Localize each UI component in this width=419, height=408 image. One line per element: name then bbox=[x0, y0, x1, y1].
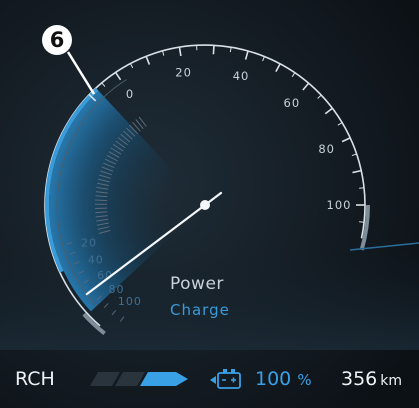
callout-number: 6 bbox=[50, 28, 65, 52]
rch-label: RCH bbox=[15, 368, 55, 390]
outer-tick-mark bbox=[359, 221, 365, 223]
inner-tick-label: 20 bbox=[81, 237, 97, 250]
outer-tick-label: 40 bbox=[233, 69, 250, 83]
battery-percent-value: 100 bbox=[255, 368, 292, 390]
battery-percent-unit: % bbox=[297, 371, 312, 389]
range-readout: 356 km bbox=[341, 368, 402, 390]
battery-percent: 100 % bbox=[255, 368, 312, 390]
inner-tick-label: 100 bbox=[118, 295, 142, 308]
needle-hub bbox=[200, 200, 210, 210]
mode-label-power: Power bbox=[170, 274, 224, 294]
outer-tick-label: 80 bbox=[318, 142, 335, 156]
outer-tick-label: 60 bbox=[284, 96, 301, 110]
outer-tick-mark bbox=[359, 187, 365, 189]
mode-label-charge: Charge bbox=[170, 301, 230, 319]
inner-tick-label: 40 bbox=[88, 253, 104, 266]
inner-tick-label: 80 bbox=[109, 283, 125, 296]
outer-tick-mark bbox=[212, 45, 215, 55]
instrument-cluster: 0 20 40 60 80 100 20 40 60 80 100 6 Power Charge … bbox=[0, 0, 419, 408]
outer-tick-label: 20 bbox=[175, 66, 192, 80]
power-charge-gauge: 020 406080100 20406080100 6 bbox=[0, 0, 419, 408]
range-value: 356 bbox=[341, 368, 378, 390]
outer-tick-label: 0 bbox=[126, 87, 134, 101]
outer-tick-label: 100 bbox=[327, 198, 352, 212]
range-unit: km bbox=[380, 373, 403, 389]
